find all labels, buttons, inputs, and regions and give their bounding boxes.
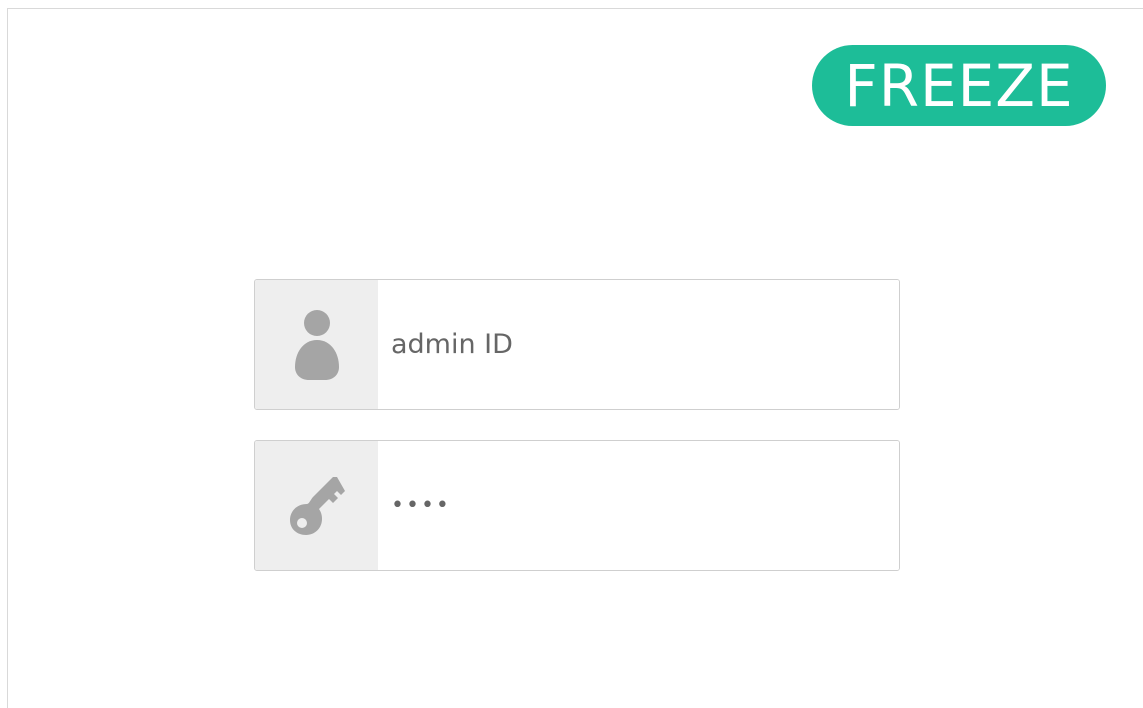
password-input[interactable] [378,441,899,570]
user-icon [294,309,339,380]
key-icon-cell [255,441,378,570]
freeze-badge-label: FREEZE [844,51,1074,120]
admin-id-field-group [254,279,900,410]
user-icon-cell [255,280,378,409]
freeze-badge[interactable]: FREEZE [812,45,1106,126]
admin-id-input[interactable] [378,280,899,409]
key-icon [289,476,345,535]
password-field-group [254,440,900,571]
